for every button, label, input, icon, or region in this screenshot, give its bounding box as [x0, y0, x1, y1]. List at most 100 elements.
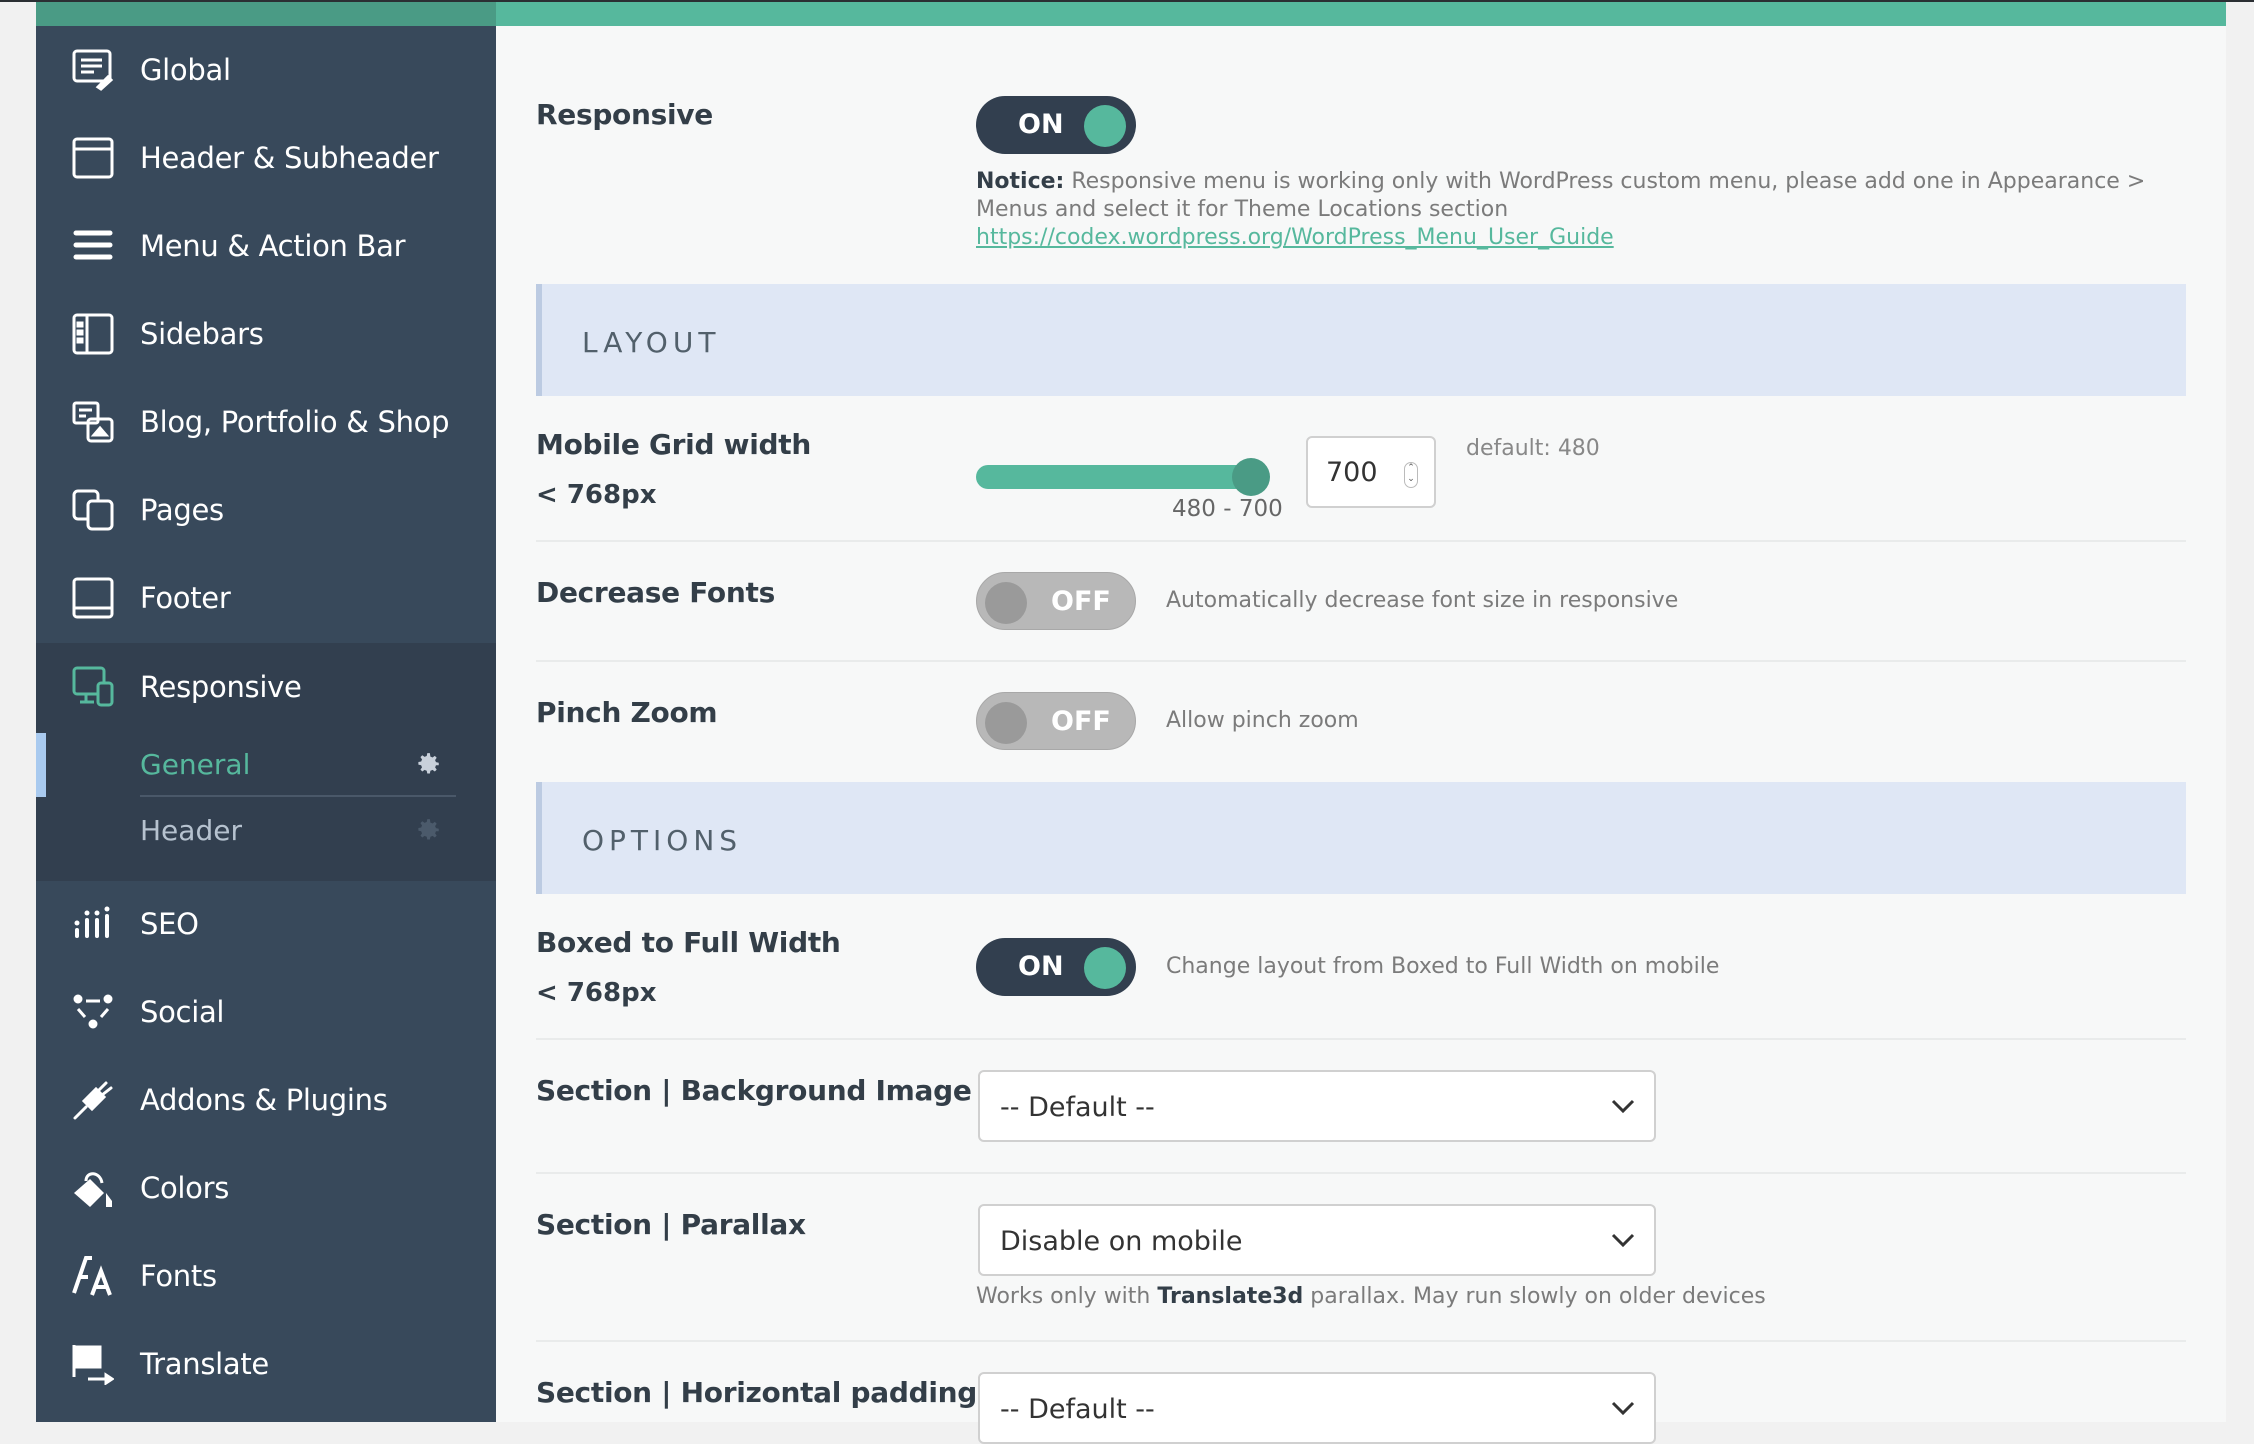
parallax-desc: Works only with Translate3d parallax. Ma… — [976, 1284, 1766, 1309]
sidebar-item-seo[interactable]: SEO — [36, 880, 496, 968]
parallax-select[interactable]: Disable on mobile — [978, 1204, 1656, 1276]
toggle-state: OFF — [1051, 586, 1111, 617]
mobile-grid-input[interactable]: ⌃⌄ — [1306, 436, 1436, 508]
row-divider — [536, 1340, 2186, 1342]
select-value: Disable on mobile — [1000, 1226, 1243, 1257]
row-divider — [536, 660, 2186, 662]
gear-icon[interactable] — [416, 817, 442, 843]
default-hint: default: 480 — [1466, 436, 1600, 461]
sidebar-item-pages[interactable]: Pages — [36, 466, 496, 554]
slider-range: 480 - 700 — [1172, 496, 1283, 522]
toggle-knob — [985, 582, 1027, 624]
sidebar-item-social[interactable]: Social — [36, 968, 496, 1056]
sidebar-item-header-subheader[interactable]: Header & Subheader — [36, 114, 496, 202]
seo-icon — [72, 903, 114, 945]
notice-label: Notice: — [976, 169, 1065, 194]
sidebar-item-label: SEO — [140, 907, 199, 941]
sidebar-item-global[interactable]: Global — [36, 26, 496, 114]
mobile-grid-slider[interactable] — [976, 465, 1266, 489]
sidebar-item-label: Header & Subheader — [140, 141, 439, 175]
toggle-knob — [985, 702, 1027, 744]
section-header-options: OPTIONS — [536, 782, 2186, 894]
responsive-label: Responsive — [536, 98, 713, 131]
blog-icon — [72, 401, 114, 443]
subitem-label: General — [140, 747, 251, 781]
decrease-fonts-toggle[interactable]: OFF — [976, 572, 1136, 630]
toggle-state: OFF — [1051, 706, 1111, 737]
window-icon — [72, 137, 114, 179]
boxed-full-sublabel: < 768px — [536, 978, 657, 1008]
sidebar: Global Header & Subheader Menu & Action … — [36, 2, 496, 1422]
menu-guide-link[interactable]: https://codex.wordpress.org/WordPress_Me… — [976, 224, 2206, 252]
footer-icon — [72, 577, 114, 619]
sidebar-item-sidebars[interactable]: Sidebars — [36, 290, 496, 378]
section-header-layout: LAYOUT — [536, 284, 2186, 396]
sidebar-item-label: Global — [140, 53, 231, 87]
sidebar-item-colors[interactable]: Colors — [36, 1144, 496, 1232]
chevron-down-icon — [1611, 1401, 1635, 1416]
select-value: -- Default -- — [1000, 1394, 1155, 1425]
mobile-grid-sublabel: < 768px — [536, 480, 657, 510]
toggle-knob — [1084, 947, 1126, 989]
responsive-notice: Notice: Responsive menu is working only … — [976, 168, 2206, 252]
main-top-bar — [496, 2, 2226, 26]
responsive-toggle[interactable]: ON — [976, 96, 1136, 154]
plug-icon — [72, 1079, 114, 1121]
parallax-label: Section | Parallax — [536, 1208, 806, 1241]
select-value: -- Default -- — [1000, 1092, 1155, 1123]
boxed-full-label: Boxed to Full Width — [536, 926, 841, 959]
gear-icon[interactable] — [416, 751, 442, 777]
active-indicator — [36, 733, 46, 797]
sidebar-item-footer[interactable]: Footer — [36, 554, 496, 642]
sidebar-item-menu-action-bar[interactable]: Menu & Action Bar — [36, 202, 496, 290]
paint-bucket-icon — [72, 1167, 114, 1209]
sidebar-item-label: Responsive — [140, 670, 302, 704]
desc-text: Works only with — [976, 1284, 1158, 1309]
chevron-down-icon — [1611, 1099, 1635, 1114]
responsive-icon — [72, 666, 114, 708]
decrease-fonts-label: Decrease Fonts — [536, 576, 775, 609]
notice-text: Responsive menu is working only with Wor… — [976, 169, 2146, 222]
boxed-full-toggle[interactable]: ON — [976, 938, 1136, 996]
toggle-state: ON — [1018, 109, 1064, 140]
settings-panel: Responsive ON Notice: Responsive menu is… — [496, 2, 2226, 1444]
mobile-grid-value[interactable] — [1326, 452, 1396, 492]
bg-image-select[interactable]: -- Default -- — [978, 1070, 1656, 1142]
pages-icon — [72, 489, 114, 531]
decrease-fonts-desc: Automatically decrease font size in resp… — [1166, 588, 1679, 613]
sidebar-item-label: Footer — [140, 581, 231, 615]
pinch-zoom-toggle[interactable]: OFF — [976, 692, 1136, 750]
sidebar-item-addons-plugins[interactable]: Addons & Plugins — [36, 1056, 496, 1144]
sidebar-item-label: Social — [140, 995, 225, 1029]
sidebar-top-bar — [36, 2, 496, 26]
sidebar-item-fonts[interactable]: Fonts — [36, 1232, 496, 1320]
mobile-grid-label: Mobile Grid width — [536, 428, 811, 461]
sidebar-item-label: Pages — [140, 493, 224, 527]
pinch-zoom-desc: Allow pinch zoom — [1166, 708, 1359, 733]
flag-icon — [72, 1343, 114, 1385]
desc-bold: Translate3d — [1157, 1284, 1304, 1309]
sidebar-item-label: Sidebars — [140, 317, 264, 351]
sidebar-item-translate[interactable]: Translate — [36, 1320, 496, 1408]
h-padding-label: Section | Horizontal padding — [536, 1376, 977, 1409]
subitem-header[interactable]: Header — [140, 799, 450, 861]
row-divider — [536, 1172, 2186, 1174]
subitem-general[interactable]: General — [140, 733, 450, 795]
section-title: LAYOUT — [582, 326, 721, 359]
h-padding-select[interactable]: -- Default -- — [978, 1372, 1656, 1444]
spinner-arrows-icon[interactable]: ⌃ ⌄ — [1404, 462, 1418, 488]
sidebar-item-responsive[interactable]: Responsive — [36, 643, 496, 731]
submenu-divider — [140, 795, 456, 797]
sidebar-item-label: Blog, Portfolio & Shop — [140, 405, 450, 439]
sidebar-item-label: Fonts — [140, 1259, 217, 1293]
sidebar-item-blog-portfolio-shop[interactable]: Blog, Portfolio & Shop — [36, 378, 496, 466]
slider-handle[interactable] — [1232, 458, 1270, 496]
boxed-full-desc: Change layout from Boxed to Full Width o… — [1166, 954, 1720, 979]
sidebar-item-label: Colors — [140, 1171, 230, 1205]
bg-image-label: Section | Background Image — [536, 1074, 972, 1107]
subitem-label: Header — [140, 813, 242, 847]
sidebar-item-label: Addons & Plugins — [140, 1083, 388, 1117]
global-settings-icon — [72, 49, 114, 91]
menu-icon — [72, 225, 114, 267]
sidebar-icon — [72, 313, 114, 355]
